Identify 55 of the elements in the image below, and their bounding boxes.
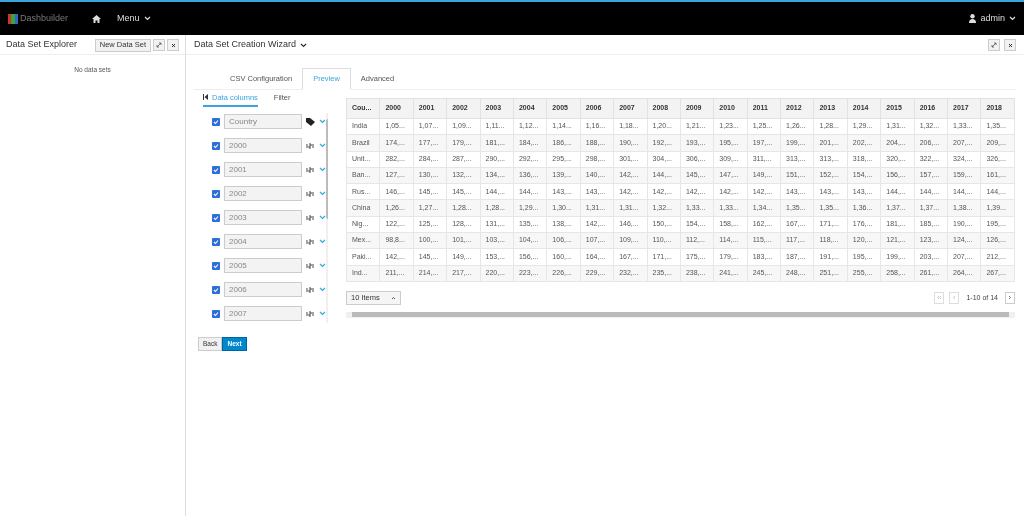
caret-up-icon	[391, 295, 396, 300]
maximize-button[interactable]	[153, 39, 165, 51]
chevron-down-icon	[319, 191, 326, 196]
horizontal-scrollbar[interactable]	[346, 311, 1015, 318]
number-icon	[306, 142, 315, 149]
expand-icon	[156, 42, 162, 48]
column-checkbox[interactable]	[212, 213, 220, 222]
double-chevron-left-icon	[936, 295, 943, 301]
close-button[interactable]	[167, 39, 179, 51]
close-icon	[1007, 42, 1013, 48]
number-icon	[306, 166, 315, 173]
column-name-field[interactable]: 2000	[224, 138, 302, 153]
column-checkbox[interactable]	[212, 189, 220, 198]
chevron-down-icon	[319, 215, 326, 220]
column-checkbox[interactable]	[212, 261, 220, 270]
collapse-icon	[203, 94, 208, 101]
chevron-right-icon	[1008, 295, 1012, 301]
chevron-down-icon	[319, 167, 326, 172]
column-name-field[interactable]: 2002	[224, 186, 302, 201]
chevron-down-icon	[319, 311, 326, 316]
user-menu[interactable]: admin	[969, 11, 1016, 26]
tag-icon	[306, 117, 315, 126]
panel-title: Data Set Explorer	[6, 38, 79, 52]
column-checkbox[interactable]	[212, 309, 220, 318]
chevron-down-icon	[319, 287, 326, 292]
close-icon	[170, 42, 176, 48]
close-button[interactable]	[1004, 39, 1016, 51]
chevron-down-icon	[1009, 16, 1016, 21]
number-icon	[306, 262, 315, 269]
home-icon[interactable]	[92, 14, 102, 23]
logo-icon	[8, 13, 18, 24]
chevron-down-icon	[319, 143, 326, 148]
number-icon	[306, 190, 315, 197]
menu-dropdown[interactable]: Menu	[117, 11, 151, 26]
chevron-down-icon	[319, 239, 326, 244]
chevron-down-icon	[319, 119, 326, 124]
column-checkbox[interactable]	[212, 141, 220, 150]
column-checkbox[interactable]	[212, 165, 220, 174]
number-icon	[306, 310, 315, 317]
column-name-field[interactable]: 2007	[224, 306, 302, 321]
brand-name[interactable]: Dashbuilder	[20, 11, 69, 26]
number-icon	[306, 238, 315, 245]
column-checkbox[interactable]	[212, 237, 220, 246]
chevron-left-icon	[952, 295, 957, 301]
number-icon	[306, 286, 315, 293]
user-icon	[969, 14, 977, 23]
chevron-down-icon	[143, 16, 151, 21]
number-icon	[306, 214, 315, 221]
maximize-button[interactable]	[988, 39, 1000, 51]
chevron-down-icon	[300, 42, 308, 48]
column-checkbox[interactable]	[212, 117, 220, 126]
column-checkbox[interactable]	[212, 285, 220, 294]
panel-title[interactable]: Data Set Creation Wizard	[194, 38, 297, 52]
chevron-down-icon	[319, 263, 326, 268]
expand-icon	[991, 42, 997, 48]
